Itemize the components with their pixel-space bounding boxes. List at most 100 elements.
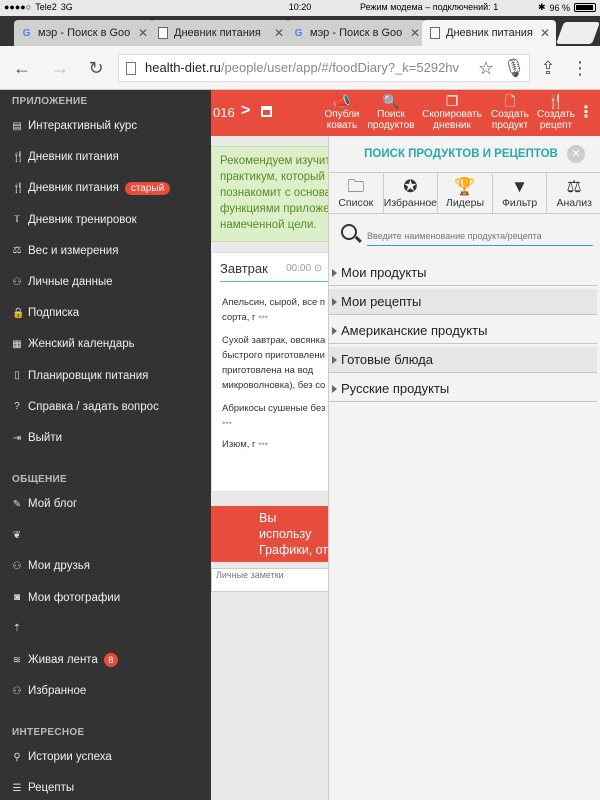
search-icon: 🔍	[382, 93, 400, 109]
meal-title: Завтрак	[220, 261, 268, 276]
sidebar-item[interactable]: ◙ Мои фотографии	[12, 589, 120, 607]
food-item[interactable]: Сухой завтрак, овсянка быстрого приготов…	[222, 333, 340, 397]
search-products-button[interactable]: 🔍 Поиск продуктов	[363, 93, 419, 131]
panel-title: ПОИСК ПРОДУКТОВ И РЕЦЕПТОВ	[364, 148, 558, 160]
sidebar-item-label: Мои фотографии	[28, 591, 121, 604]
browser-tab-1[interactable]: G мэр - Поиск в Goo ✕	[14, 20, 154, 46]
meal-time[interactable]: 00:00 ⊙	[286, 263, 322, 274]
sidebar-item[interactable]: ☰ Рецепты	[12, 779, 75, 797]
fork-knife-icon: 🍴	[12, 182, 25, 194]
calendar-icon[interactable]	[261, 106, 272, 117]
sidebar-item[interactable]: 🍴 Дневник питания старый	[12, 179, 171, 197]
book-icon: ▤	[12, 120, 22, 132]
category-my-recipes[interactable]: Мои рецепты	[329, 289, 597, 315]
sidebar-item-label: Личные данные	[28, 276, 113, 288]
sidebar-item[interactable]: ⚲ Истории успеха	[12, 748, 111, 766]
address-bar[interactable]: health-diet.ru/people/user/app/#/foodDia…	[118, 54, 530, 82]
search-row	[341, 224, 597, 250]
browser-tab-2[interactable]: Дневник питания ✕	[150, 20, 290, 46]
sidebar-item[interactable]: ? Справка / задать вопрос	[12, 398, 159, 416]
new-tab-button[interactable]	[555, 22, 600, 44]
product-search-input[interactable]	[367, 226, 593, 246]
close-icon[interactable]: ✕	[274, 26, 284, 40]
sidebar-item-label: Живая лента	[28, 654, 98, 666]
sidebar-item[interactable]: ❦	[12, 526, 28, 544]
close-icon[interactable]: ✕	[138, 26, 148, 40]
tab-analysis[interactable]: ⚖ Анализ	[547, 173, 600, 213]
close-icon[interactable]: ✕	[567, 145, 585, 163]
notice-bar: Вы использу Графики, от версии.	[211, 506, 341, 562]
sidebar-item[interactable]: ⚇ Мои друзья	[12, 557, 90, 575]
microphone-icon[interactable]: 🎙	[502, 56, 526, 80]
reload-icon[interactable]: ↻	[84, 56, 108, 80]
camera-icon: ◙	[13, 592, 21, 604]
back-arrow-icon[interactable]: ←	[10, 56, 34, 80]
close-icon[interactable]: ✕	[540, 26, 550, 40]
bluetooth-icon: ✱	[537, 2, 546, 12]
upload-icon: ⇡	[12, 623, 22, 635]
sign-out-icon: ⇥	[12, 432, 22, 444]
sidebar-item[interactable]: ▯ Планировщик питания	[12, 367, 148, 385]
food-item[interactable]: Изюм, г •••	[222, 437, 340, 455]
category-american-products[interactable]: Американские продукты	[329, 318, 597, 344]
category-my-products[interactable]: Мои продукты	[329, 260, 597, 286]
create-product-button[interactable]: 🗋 Создать продукт	[487, 93, 533, 131]
close-icon[interactable]: ✕	[410, 26, 420, 40]
sidebar-item[interactable]: ▤ Интерактивный курс	[12, 117, 137, 135]
balance-icon: ⚖	[566, 177, 582, 196]
battery-label: 96 %	[549, 2, 570, 13]
forward-arrow-icon[interactable]: →	[48, 56, 72, 80]
sidebar-item[interactable]: Ⲧ Дневник тренировок	[12, 211, 137, 229]
tab-title: Дневник питания	[174, 27, 261, 39]
tip-box: Рекомендуем изучит практикум, который по…	[211, 146, 341, 242]
copy-diary-button[interactable]: ❐ Скопировать дневник	[419, 93, 485, 131]
sidebar-item-label: Дневник тренировок	[28, 213, 137, 226]
sidebar-item-label: Вес и измерения	[28, 244, 119, 257]
sidebar-item-label: Мой блог	[28, 498, 78, 510]
battery-icon	[574, 3, 596, 12]
panel-tabs: 🗀 Список ✪ Избранное 🏆 Лидеры ▼ Фильтр ⚖ Анал…	[329, 172, 600, 214]
sidebar-item[interactable]: ⇡	[12, 620, 28, 638]
star-icon[interactable]: ☆	[474, 56, 498, 80]
tab-title: мэр - Поиск в Goo	[38, 27, 131, 39]
dumbbell-icon: Ⲧ	[13, 214, 21, 226]
sidebar-item-label: Рецепты	[28, 782, 75, 795]
google-icon: G	[22, 27, 31, 39]
sidebar-item[interactable]: ▦ Женский календарь	[12, 335, 134, 353]
tab-leaders[interactable]: 🏆 Лидеры	[438, 173, 493, 213]
tab-list[interactable]: 🗀 Список	[329, 173, 384, 213]
sidebar-item[interactable]: ⚇ Личные данные	[12, 273, 113, 291]
tab-favorites[interactable]: ✪ Избранное	[384, 173, 439, 213]
browser-tab-4[interactable]: Дневник питания ✕	[422, 20, 556, 46]
category-ready-meals[interactable]: Готовые блюда	[329, 347, 597, 373]
create-recipe-button[interactable]: 🍴 Создать рецепт	[533, 93, 579, 131]
sidebar-item-label: Интерактивный курс	[28, 120, 138, 132]
food-item[interactable]: Апельсин, сырой, все п сорта, г •••	[222, 295, 340, 329]
publish-button[interactable]: 📣 Опубли ковать	[319, 93, 365, 131]
sidebar-item-label: Планировщик питания	[28, 369, 149, 382]
chevron-right-icon[interactable]: >	[241, 102, 250, 120]
food-item[interactable]: Абрикосы сушеные без •••	[222, 401, 340, 431]
personal-notes-input[interactable]: Личные заметки	[211, 568, 341, 592]
sidebar-item[interactable]: 🍴 Дневник питания	[12, 148, 119, 166]
sidebar-item[interactable]: 🔒 Подписка	[12, 304, 79, 322]
more-vertical-icon[interactable]: ⋮	[578, 102, 594, 122]
sidebar-item[interactable]: ⇥ Выйти	[12, 429, 62, 447]
tab-filter[interactable]: ▼ Фильтр	[493, 173, 548, 213]
app-root: ●●●●○ Tele2 3G 10:20 Режим модема – подк…	[0, 0, 600, 800]
run-icon: ⚲	[13, 751, 21, 763]
megaphone-icon: 📣	[333, 93, 351, 109]
share-icon[interactable]: ⇪	[536, 56, 560, 80]
sidebar-item-label: Дневник питания	[28, 182, 119, 195]
sidebar-item[interactable]: ✎ Мой блог	[12, 495, 77, 513]
category-russian-products[interactable]: Русские продукты	[329, 376, 597, 402]
sidebar-item[interactable]: ≋ Живая лента 8	[12, 651, 118, 669]
sidebar-item[interactable]: ⚖ Вес и измерения	[12, 242, 119, 260]
menu-dots-icon[interactable]: ⋮	[568, 56, 592, 80]
calendar-icon: ▦	[12, 338, 22, 350]
sidebar-item[interactable]: ⚇ Избранное	[12, 682, 87, 700]
copy-icon: ❐	[445, 93, 459, 109]
tab-strip: G мэр - Поиск в Goo ✕ Дневник питания ✕ …	[0, 16, 600, 46]
browser-tab-3[interactable]: G мэр - Поиск в Goo ✕	[286, 20, 426, 46]
meal-card: Завтрак 00:00 ⊙ Апельсин, сырой, все п с…	[211, 252, 341, 492]
